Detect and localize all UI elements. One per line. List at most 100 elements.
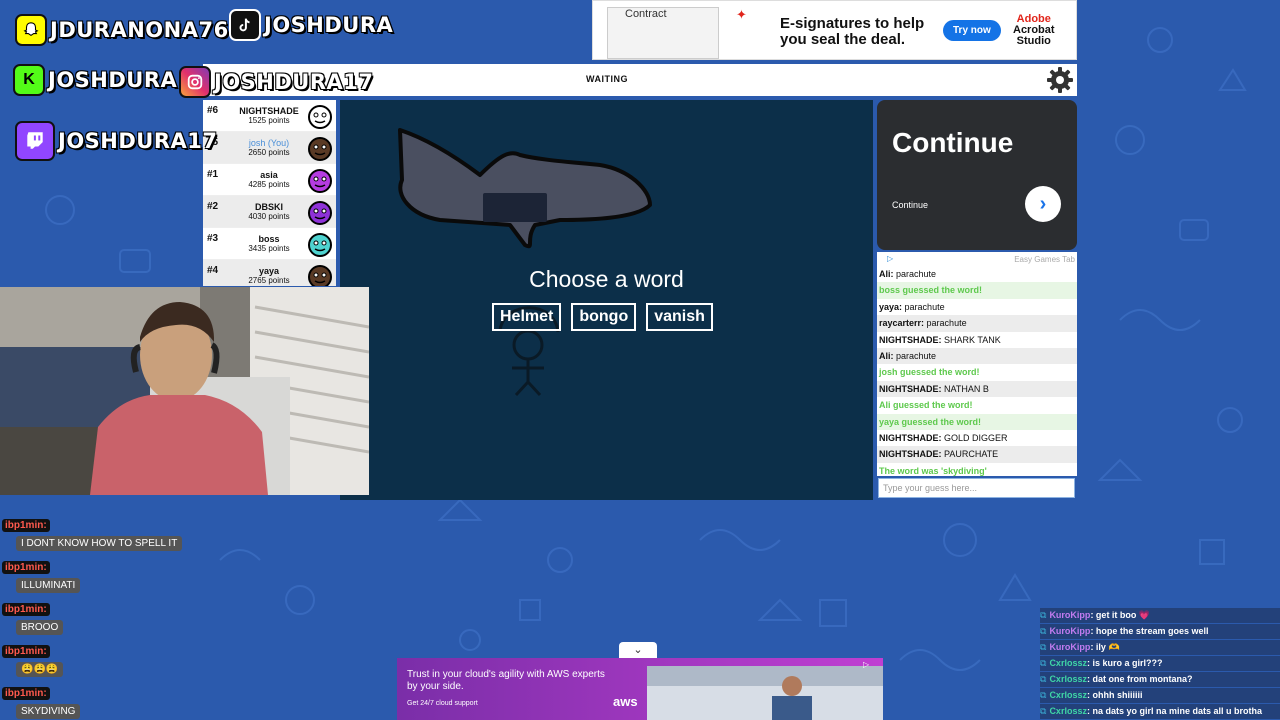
chat-username: NIGHTSHADE: xyxy=(879,432,942,443)
twitch-chat-username: KuroKipp xyxy=(1049,626,1091,636)
twitch-chat-text: : dat one from montana? xyxy=(1086,674,1193,684)
bottom-ad-cta[interactable]: Get 24/7 cloud support xyxy=(407,700,478,707)
chat-message: yaya: parachute xyxy=(877,299,1077,315)
player-avatar xyxy=(308,137,332,161)
settings-gear-icon[interactable] xyxy=(1046,66,1074,94)
chat-message: NIGHTSHADE: GOLD DIGGER xyxy=(877,430,1077,446)
ad-sparkle-icon: ✦ xyxy=(736,7,747,22)
stream-chat-username: ibp1min: xyxy=(2,603,50,616)
player-points: 4030 points xyxy=(248,212,290,221)
chat-system-message: The word was 'skydiving' xyxy=(877,463,1077,476)
chat-system-message: yaya guessed the word! xyxy=(877,413,1077,430)
ad-info-strip: ▷ Easy Games Tab xyxy=(877,252,1077,266)
player-avatar xyxy=(308,201,332,225)
chat-text: parachute xyxy=(904,301,945,312)
tiktok-handle: JOSHDURA xyxy=(264,13,394,37)
player-avatar xyxy=(308,169,332,193)
badge-icon: ⧉ xyxy=(1040,690,1047,700)
right-advertisement[interactable]: Continue Continue › xyxy=(877,100,1077,250)
twitch-chat-text: : na dats yo girl na mine dats all u bro… xyxy=(1086,706,1262,716)
twitch-icon xyxy=(15,121,55,161)
chat-text: parachute xyxy=(896,350,937,361)
chat-username: raycarterr: xyxy=(879,318,925,329)
twitch-chat-text: : hope the stream goes well xyxy=(1090,626,1209,636)
social-kick: K JOSHDURA xyxy=(13,64,177,96)
ad-try-now-button[interactable]: Try now xyxy=(943,20,1001,41)
word-option-bongo[interactable]: bongo xyxy=(571,303,637,331)
chat-username: yaya: xyxy=(879,301,903,312)
twitch-chat-message: ⧉ Cxrlossz: is kuro a girl??? xyxy=(1040,656,1280,671)
chat-text: The word was 'skydiving' xyxy=(879,465,987,476)
stream-chat-text: ILLUMINATI xyxy=(16,578,81,593)
twitch-chat-username: Cxrlossz xyxy=(1049,690,1087,700)
bottom-ad-headline: Trust in your cloud's agility with AWS e… xyxy=(407,669,605,692)
bottom-ad-brand: aws xyxy=(613,694,638,709)
social-instagram: JOSHDURA17 xyxy=(179,66,374,98)
twitch-chat-message: ⧉ Cxrlossz: dat one from montana? xyxy=(1040,672,1280,687)
chat-username: Ali: xyxy=(879,269,894,279)
chat-system-message: josh guessed the word! xyxy=(877,364,1077,380)
ad-choices-icon[interactable]: ▷ xyxy=(887,254,893,263)
stream-chat-username: ibp1min: xyxy=(2,687,50,700)
player-points: 2650 points xyxy=(248,148,290,157)
twitch-chat-text: : get it boo 💗 xyxy=(1090,610,1151,620)
player-row[interactable]: #6 NIGHTSHADE 1525 points xyxy=(203,100,336,132)
stream-chat-text: SKYDIVING xyxy=(16,704,81,719)
bottom-advertisement[interactable]: Trust in your cloud's agility with AWS e… xyxy=(397,658,883,720)
player-rank: #4 xyxy=(207,265,219,276)
player-name: yaya xyxy=(258,266,280,276)
word-option-vanish[interactable]: vanish xyxy=(646,303,713,331)
top-advertisement[interactable]: Contract ✦ E-signatures to help you seal… xyxy=(592,0,1077,60)
social-twitch: JOSHDURA17 xyxy=(15,121,218,161)
player-avatar xyxy=(308,265,332,286)
player-row[interactable]: #1 asia 4285 points xyxy=(203,164,336,196)
bottom-ad-toggle[interactable]: ⌄ xyxy=(619,642,657,658)
chat-system-message: Ali guessed the word! xyxy=(877,397,1077,413)
ad-headline: E-signatures to help you seal the deal. xyxy=(780,15,925,48)
instagram-handle: JOSHDURA17 xyxy=(214,70,374,94)
stream-chat-message: ibp1min: I DONT KNOW HOW TO SPELL IT xyxy=(2,515,183,551)
badge-icon: ⧉ xyxy=(1040,658,1047,668)
chat-username: NIGHTSHADE: xyxy=(879,383,942,394)
game-chat: Ali: parachute boss guessed the word! yaya… xyxy=(877,266,1077,476)
twitch-chat-username: KuroKipp xyxy=(1049,642,1091,652)
chat-text: josh guessed the word! xyxy=(879,367,980,378)
chat-text: parachute xyxy=(926,318,967,329)
chat-username: NIGHTSHADE: xyxy=(879,449,942,460)
player-row[interactable]: #4 yaya 2765 points xyxy=(203,260,336,286)
drawing-canvas[interactable]: Choose a word Helmet bongo vanish xyxy=(340,100,873,500)
bottom-ad-choices-icon[interactable]: ▷ xyxy=(863,660,869,669)
player-row[interactable]: #3 boss 3435 points xyxy=(203,228,336,260)
stream-chat-text: I DONT KNOW HOW TO SPELL IT xyxy=(16,536,183,551)
ad-continue-arrow-icon[interactable]: › xyxy=(1025,186,1061,222)
guess-input[interactable] xyxy=(878,478,1075,498)
player-rank: #3 xyxy=(207,233,219,244)
chat-text: NATHAN B xyxy=(944,383,989,394)
ad-tab-label: Easy Games Tab xyxy=(1014,255,1075,264)
chat-text: parachute xyxy=(896,269,937,279)
badge-icon: ⧉ xyxy=(1040,642,1047,652)
twitch-chat-message: ⧉ Cxrlossz: na dats yo girl na mine dats … xyxy=(1040,704,1280,719)
player-row[interactable]: #2 DBSKI 4030 points xyxy=(203,196,336,228)
stream-chat-message: ibp1min: 😩😩😩 xyxy=(2,641,64,677)
ad-document-title: Contract xyxy=(625,8,667,20)
player-rank: #6 xyxy=(207,105,219,116)
twitch-chat-message: ⧉ KuroKipp: hope the stream goes well xyxy=(1040,624,1280,639)
badge-icon: ⧉ xyxy=(1040,610,1047,620)
ad-brand: Adobe Acrobat Studio xyxy=(1013,14,1055,47)
choose-word-prompt: Choose a word xyxy=(529,266,684,292)
twitch-chat-username: Cxrlossz xyxy=(1049,706,1087,716)
player-points: 2765 points xyxy=(248,276,290,285)
player-name: NIGHTSHADE xyxy=(239,106,299,116)
snapchat-icon xyxy=(15,14,47,46)
twitch-chat-username: Cxrlossz xyxy=(1049,658,1087,668)
stream-chat-message: ibp1min: SKYDIVING xyxy=(2,683,81,719)
snapchat-handle: JDURANONA76 xyxy=(50,18,229,42)
kick-handle: JOSHDURA xyxy=(48,68,178,92)
player-name: DBSKI xyxy=(254,202,283,212)
player-row[interactable]: #5 josh (You) 2650 points xyxy=(203,132,336,164)
word-option-helmet[interactable]: Helmet xyxy=(492,303,562,331)
chat-message: NIGHTSHADE: PAURCHATE xyxy=(877,446,1077,463)
stream-chat-username: ibp1min: xyxy=(2,561,50,574)
twitch-chat-text: : ily 🫶 xyxy=(1090,642,1120,652)
